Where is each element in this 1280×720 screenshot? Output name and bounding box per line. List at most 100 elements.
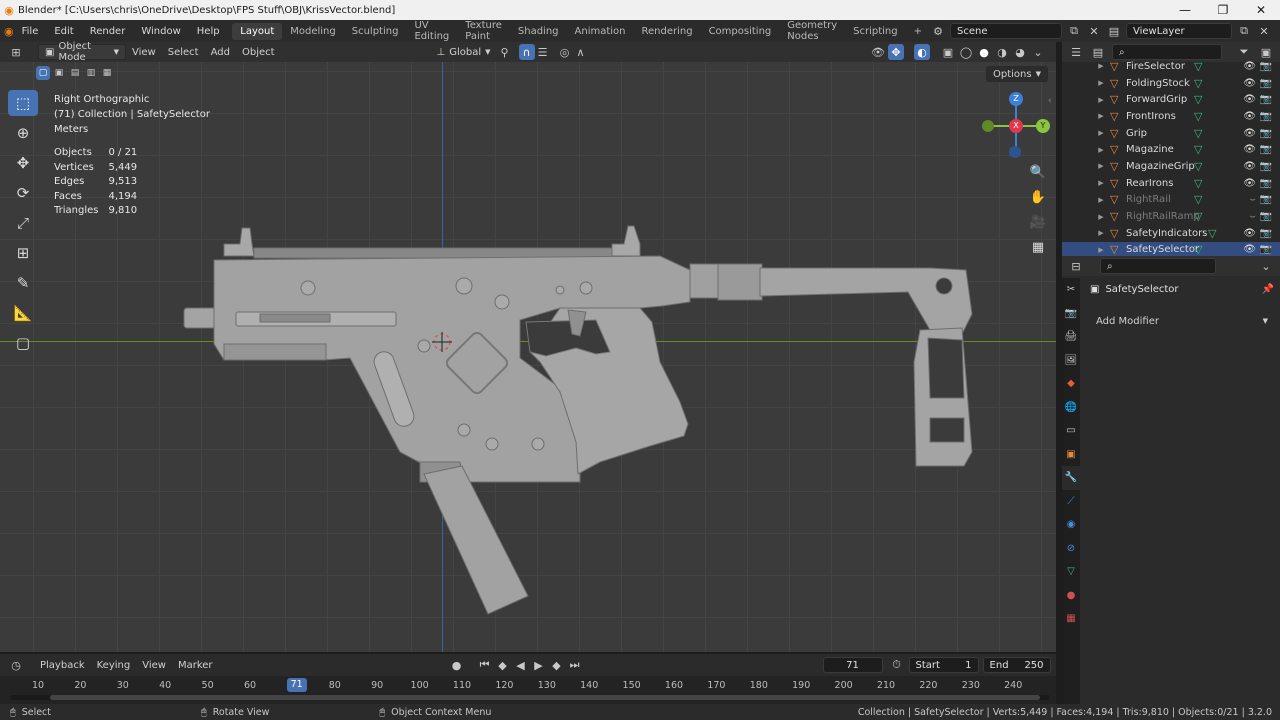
expand-triangle-icon[interactable]: ▶ [1092, 129, 1110, 137]
pivot-icon[interactable]: ⚲ [497, 44, 513, 60]
current-frame-indicator[interactable]: 71 [286, 678, 307, 692]
overlay-toggle-icon[interactable]: ◐ [914, 44, 930, 60]
maximize-button[interactable]: ❐ [1204, 3, 1242, 17]
add-workspace-button[interactable]: + [906, 23, 930, 40]
outliner-item[interactable]: ▶ ▽ RearIrons ▽ 👁 📷 [1062, 175, 1280, 192]
camera-render-icon[interactable]: 📷 [1260, 211, 1272, 222]
delete-scene-icon[interactable]: ✕ [1086, 23, 1102, 39]
properties-editor-icon[interactable]: ⊟ [1068, 258, 1084, 274]
gizmo-neg-z-axis[interactable] [1009, 146, 1021, 158]
output-tab-icon[interactable]: 🖨 [1062, 325, 1080, 349]
camera-render-icon[interactable]: 📷 [1260, 244, 1272, 255]
record-icon[interactable]: ● [449, 657, 465, 673]
material-tab-icon[interactable]: ● [1062, 584, 1080, 608]
mesh-data-icon[interactable]: ▽ [1194, 160, 1202, 173]
tool-tab-icon[interactable]: ✂ [1062, 278, 1080, 302]
snap-target-icon[interactable]: ☰ [535, 44, 551, 60]
new-viewlayer-icon[interactable]: ⧉ [1236, 23, 1252, 39]
timeline-ruler[interactable]: 1020304050607080901001101201301401501601… [0, 676, 1056, 704]
outliner-item[interactable]: ▶ ▽ FoldingStock ▽ 👁 📷 [1062, 75, 1280, 92]
end-frame-field[interactable]: End 250 [982, 657, 1051, 673]
particles-tab-icon[interactable]: ⟋ [1062, 490, 1080, 514]
outliner-item[interactable]: ▶ ▽ Grip ▽ 👁 📷 [1062, 125, 1280, 142]
mesh-data-icon[interactable]: ▽ [1194, 243, 1202, 256]
camera-render-icon[interactable]: 📷 [1260, 228, 1272, 239]
eye-icon[interactable]: 👁 [1243, 144, 1256, 155]
eye-icon[interactable]: 👁 [1243, 244, 1256, 255]
outliner-item[interactable]: ▶ ▽ SafetyIndicators ▽ 👁 📷 [1062, 225, 1280, 242]
menu-view[interactable]: View [126, 44, 162, 60]
sidebar-toggle-icon[interactable]: ‹ [1048, 96, 1052, 106]
gizmo-neg-y-axis[interactable] [982, 120, 994, 132]
eye-icon[interactable]: 👁 [1243, 161, 1256, 172]
tab-animation[interactable]: Animation [567, 23, 634, 40]
tab-texture-paint[interactable]: Texture Paint [457, 17, 510, 45]
viewlayer-selector[interactable]: ViewLayer [1126, 23, 1232, 39]
tab-sculpting[interactable]: Sculpting [344, 23, 407, 40]
eye-icon[interactable]: 👁 [1243, 61, 1256, 72]
new-scene-icon[interactable]: ⧉ [1066, 23, 1082, 39]
gizmo-y-axis[interactable]: Y [1036, 119, 1050, 133]
eye-icon[interactable]: 👁 [1243, 78, 1256, 89]
close-button[interactable]: ✕ [1242, 3, 1280, 17]
add-modifier-button[interactable]: Add Modifier ▼ [1090, 312, 1274, 330]
pan-hand-icon[interactable]: ✋ [1026, 185, 1050, 209]
tab-shading[interactable]: Shading [510, 23, 567, 40]
menu-help[interactable]: Help [189, 26, 228, 37]
world-tab-icon[interactable]: 🌐 [1062, 396, 1080, 420]
properties-search-input[interactable]: ⌕ [1100, 258, 1216, 274]
tab-scripting[interactable]: Scripting [845, 23, 905, 40]
expand-triangle-icon[interactable]: ▶ [1092, 229, 1110, 237]
gizmo-toggle-icon[interactable]: ✥ [888, 44, 904, 60]
outliner-item[interactable]: ▶ ▽ ForwardGrip ▽ 👁 📷 [1062, 91, 1280, 108]
mesh-data-icon[interactable]: ▽ [1208, 227, 1216, 240]
tab-uv-editing[interactable]: UV Editing [406, 17, 457, 45]
camera-render-icon[interactable]: 📷 [1260, 78, 1272, 89]
gizmo-x-axis[interactable]: X [1009, 119, 1023, 133]
eye-closed-icon[interactable]: ⌣ [1249, 194, 1256, 205]
timeline-scrollbar[interactable] [10, 695, 1050, 700]
zoom-icon[interactable]: 🔍 [1026, 160, 1050, 184]
menu-marker[interactable]: Marker [172, 657, 219, 673]
stopwatch-icon[interactable]: ⏱ [889, 657, 905, 673]
viewlayer-icon[interactable]: ▤ [1106, 23, 1122, 39]
eye-closed-icon[interactable]: ⌣ [1249, 211, 1256, 222]
mesh-data-icon[interactable]: ▽ [1194, 210, 1202, 223]
camera-icon[interactable]: 🎥 [1026, 210, 1050, 234]
mesh-data-icon[interactable]: ▽ [1194, 127, 1202, 140]
constraints-tab-icon[interactable]: ⊘ [1062, 537, 1080, 561]
snap-icon[interactable]: ∩ [518, 44, 535, 60]
menu-object[interactable]: Object [236, 44, 281, 60]
eye-icon[interactable]: 👁 [1243, 94, 1256, 105]
xray-icon[interactable]: ▣ [940, 44, 956, 60]
menu-keying[interactable]: Keying [91, 657, 137, 673]
camera-render-icon[interactable]: 📷 [1260, 61, 1272, 72]
shading-options-icon[interactable]: ⌄ [1030, 44, 1046, 60]
object-tab-icon[interactable]: ▣ [1062, 443, 1080, 467]
camera-render-icon[interactable]: 📷 [1260, 94, 1272, 105]
expand-triangle-icon[interactable]: ▶ [1092, 62, 1110, 70]
eye-icon[interactable]: 👁 [1243, 178, 1256, 189]
eye-icon[interactable]: 👁 [1243, 128, 1256, 139]
proportional-edit-icon[interactable]: ◎ [557, 44, 573, 60]
menu-window[interactable]: Window [133, 26, 188, 37]
wireframe-shading-icon[interactable]: ◯ [958, 44, 974, 60]
outliner-item[interactable]: ▶ ▽ RightRailRamp ▽ ⌣ 📷 [1062, 208, 1280, 225]
menu-render[interactable]: Render [82, 26, 134, 37]
mesh-data-icon[interactable]: ▽ [1194, 60, 1202, 73]
scene-selector[interactable]: Scene [950, 23, 1062, 39]
expand-triangle-icon[interactable]: ▶ [1092, 213, 1110, 221]
jump-end-icon[interactable]: ⏭ [567, 657, 583, 673]
orientation-dropdown[interactable]: ⊥ Global ▼ [431, 44, 497, 60]
expand-triangle-icon[interactable]: ▶ [1092, 146, 1110, 154]
blender-menu-icon[interactable]: ◉ [4, 23, 14, 39]
kriss-vector-model[interactable] [0, 62, 1056, 652]
camera-render-icon[interactable]: 📷 [1260, 144, 1272, 155]
menu-timeline-view[interactable]: View [136, 657, 172, 673]
start-frame-field[interactable]: Start 1 [908, 657, 979, 673]
expand-triangle-icon[interactable]: ▶ [1092, 112, 1110, 120]
expand-triangle-icon[interactable]: ▶ [1092, 79, 1110, 87]
camera-render-icon[interactable]: 📷 [1260, 161, 1272, 172]
mesh-data-icon[interactable]: ▽ [1194, 177, 1202, 190]
collection-tab-icon[interactable]: ▭ [1062, 419, 1080, 443]
